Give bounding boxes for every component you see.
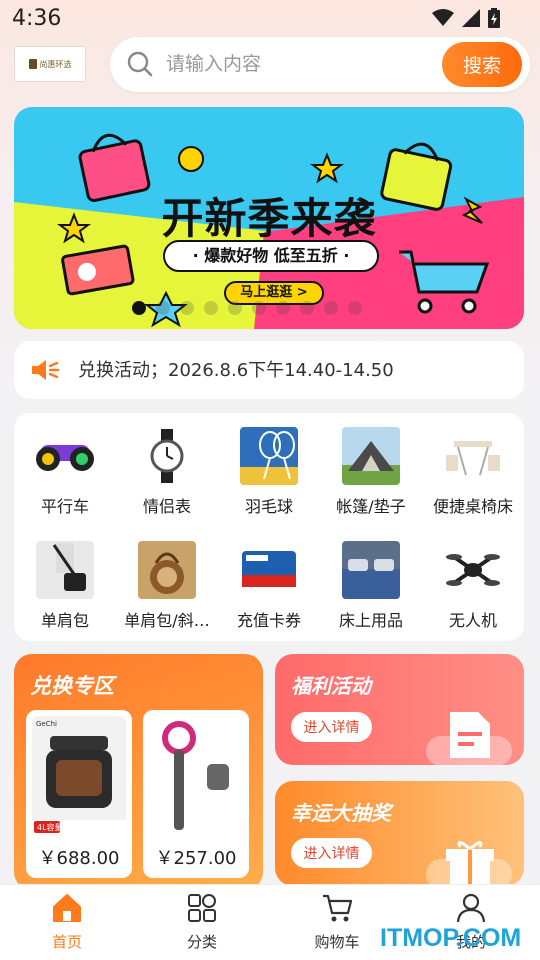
carousel-dot[interactable] bbox=[180, 301, 194, 315]
cart-icon bbox=[323, 894, 353, 922]
category-label: 羽毛球 bbox=[244, 497, 293, 516]
category-item-round-bag[interactable]: 单肩包/斜… bbox=[116, 541, 218, 631]
banner-title: 开新季来袭 bbox=[161, 194, 377, 243]
category-label: 单肩包/斜… bbox=[124, 611, 210, 630]
drone-icon bbox=[444, 541, 502, 599]
category-label: 情侣表 bbox=[142, 497, 191, 516]
category-item-shoulder-bag[interactable]: 单肩包 bbox=[14, 541, 116, 631]
home-icon bbox=[53, 894, 81, 922]
category-label: 充值卡券 bbox=[236, 611, 301, 630]
carousel-dot[interactable] bbox=[228, 301, 242, 315]
exchange-title: 兑换专区 bbox=[30, 674, 114, 698]
hoverboard-icon bbox=[36, 427, 94, 485]
category-label: 帐篷/垫子 bbox=[336, 497, 406, 516]
grid-icon bbox=[188, 894, 216, 922]
lottery-detail-button[interactable]: 进入详情 bbox=[291, 838, 372, 868]
status-bar: 4:36 bbox=[0, 0, 540, 36]
carousel-dot[interactable] bbox=[204, 301, 218, 315]
signal-icon bbox=[462, 9, 480, 27]
category-item-watch[interactable]: 情侣表 bbox=[116, 427, 218, 517]
notice-bar[interactable]: 兑换活动；2026.8.6下午14.40-14.50 bbox=[14, 341, 524, 399]
category-item-bedding[interactable]: 床上用品 bbox=[320, 541, 422, 631]
speaker-icon bbox=[32, 360, 60, 380]
category-item-badminton[interactable]: 羽毛球 bbox=[218, 427, 320, 517]
document-icon bbox=[426, 712, 512, 765]
lottery-title: 幸运大抽奖 bbox=[291, 801, 391, 825]
status-time: 4:36 bbox=[12, 6, 62, 31]
status-icons bbox=[432, 8, 500, 28]
carousel-dot[interactable] bbox=[156, 301, 170, 315]
search-icon bbox=[127, 51, 153, 77]
category-item-drone[interactable]: 无人机 bbox=[422, 541, 524, 631]
round-bag-icon bbox=[138, 541, 196, 599]
gift-icon bbox=[426, 841, 512, 886]
promo-banner[interactable]: 开新季来袭 · 爆款好物 低至五折 · 马上逛逛 > bbox=[14, 107, 524, 329]
user-icon bbox=[456, 893, 486, 923]
product-brand: GeChi bbox=[36, 720, 57, 728]
category-item-folding-table[interactable]: 便捷桌椅床 bbox=[422, 427, 524, 517]
category-item-hoverboard[interactable]: 平行车 bbox=[14, 427, 116, 517]
tab-label: 分类 bbox=[186, 933, 217, 951]
category-label: 单肩包 bbox=[40, 611, 89, 630]
air-fryer-icon: GeChi 4L容量 bbox=[32, 716, 126, 834]
wifi-icon bbox=[432, 9, 454, 26]
battery-icon bbox=[488, 8, 500, 28]
product-card[interactable]: GeChi 4L容量 ￥688.00 bbox=[26, 710, 132, 878]
carousel-dot[interactable] bbox=[324, 301, 338, 315]
category-grid: 平行车 情侣表 羽毛球 帐篷/垫子 便捷桌椅床 单肩包 单肩包/斜… 充值卡券 … bbox=[14, 413, 524, 641]
tab-cart[interactable]: 购物车 bbox=[297, 893, 377, 952]
bedding-icon bbox=[342, 541, 400, 599]
carousel-dot[interactable] bbox=[300, 301, 314, 315]
welfare-card[interactable]: 福利活动 进入详情 bbox=[275, 654, 524, 765]
search-input[interactable] bbox=[166, 49, 426, 79]
folding-table-icon bbox=[444, 427, 502, 485]
search-bar: 搜索 bbox=[110, 37, 530, 92]
watermark: ITMOP.COM bbox=[380, 924, 522, 952]
tab-home[interactable]: 首页 bbox=[27, 893, 107, 952]
app-logo[interactable]: 尚惠环选 bbox=[14, 46, 86, 82]
category-label: 平行车 bbox=[40, 497, 89, 516]
carousel-dot[interactable] bbox=[132, 301, 146, 315]
product-badge: 4L容量 bbox=[37, 822, 63, 832]
recharge-card-icon bbox=[240, 541, 298, 599]
product-price: ￥688.00 bbox=[38, 848, 120, 869]
tent-icon bbox=[342, 427, 400, 485]
shoulder-bag-icon bbox=[36, 541, 94, 599]
exchange-zone: 兑换专区 GeChi 4L容量 ￥688.00 ￥257.00 bbox=[14, 654, 263, 890]
welfare-title: 福利活动 bbox=[291, 674, 371, 698]
tab-label: 首页 bbox=[51, 933, 82, 951]
watch-icon bbox=[138, 427, 196, 485]
product-price: ￥257.00 bbox=[155, 848, 237, 869]
logo-text: 尚惠环选 bbox=[39, 59, 72, 69]
carousel-dot[interactable] bbox=[348, 301, 362, 315]
welfare-detail-button[interactable]: 进入详情 bbox=[291, 712, 372, 742]
badminton-icon bbox=[240, 427, 298, 485]
notice-text: 兑换活动；2026.8.6下午14.40-14.50 bbox=[78, 360, 394, 381]
banner-subtitle: · 爆款好物 低至五折 · bbox=[163, 240, 379, 272]
carousel-dots bbox=[132, 301, 362, 315]
product-card[interactable]: ￥257.00 bbox=[143, 710, 249, 878]
lottery-card[interactable]: 幸运大抽奖 进入详情 bbox=[275, 781, 524, 886]
hair-dryer-icon bbox=[149, 716, 243, 834]
category-label: 便捷桌椅床 bbox=[432, 497, 513, 516]
search-button[interactable]: 搜索 bbox=[442, 42, 522, 87]
category-item-tent[interactable]: 帐篷/垫子 bbox=[320, 427, 422, 517]
tab-label: 购物车 bbox=[314, 933, 360, 951]
tab-category[interactable]: 分类 bbox=[162, 893, 242, 952]
carousel-dot[interactable] bbox=[276, 301, 290, 315]
category-label: 无人机 bbox=[448, 611, 497, 630]
category-label: 床上用品 bbox=[338, 611, 403, 630]
carousel-dot[interactable] bbox=[252, 301, 266, 315]
logo-mark bbox=[28, 59, 37, 69]
category-item-recharge-card[interactable]: 充值卡券 bbox=[218, 541, 320, 631]
